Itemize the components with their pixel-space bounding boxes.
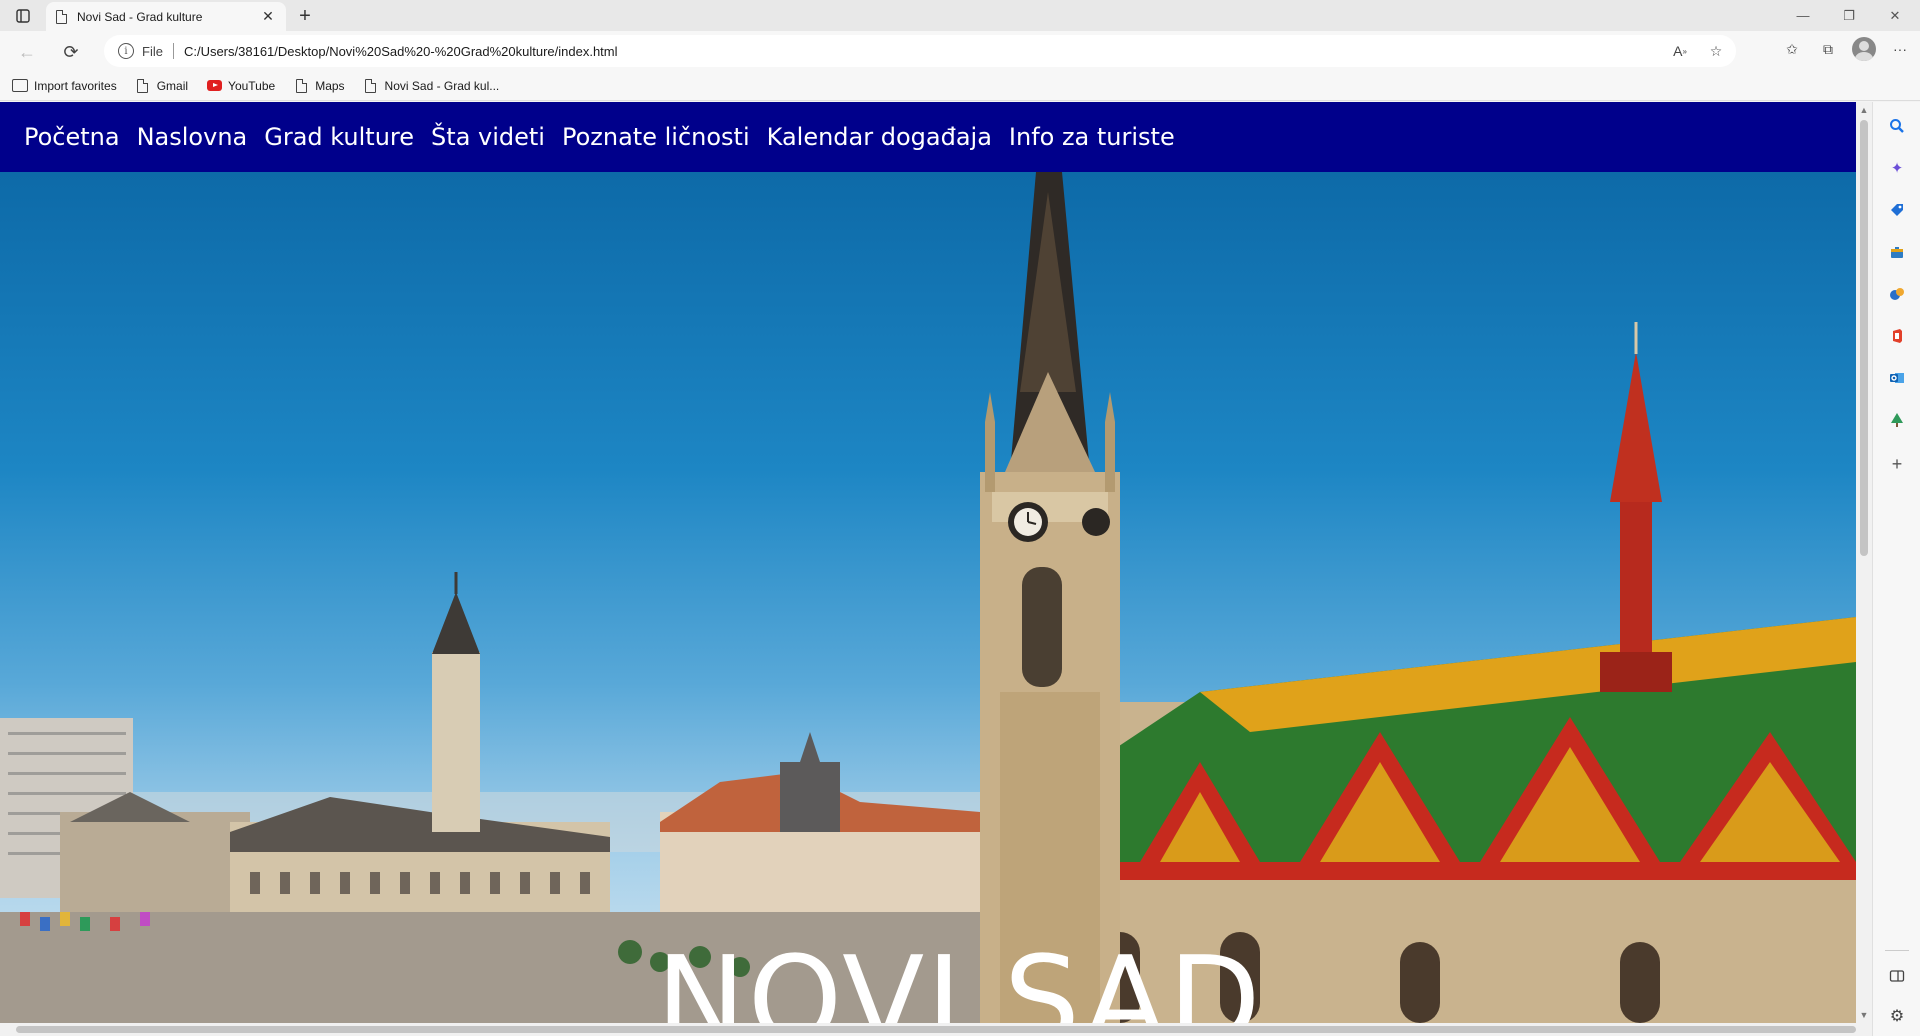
favorites-bar: Import favorites Gmail YouTube Maps Novi… (0, 71, 1920, 101)
favorite-gmail[interactable]: Gmail (135, 78, 188, 94)
collections-icon[interactable]: ⧉ (1816, 37, 1840, 61)
page-viewport: Početna Naslovna Grad kulture Šta videti… (0, 102, 1856, 1023)
minimize-button[interactable]: — (1780, 0, 1826, 31)
profile-avatar[interactable] (1852, 37, 1876, 61)
tag-icon[interactable] (1885, 198, 1909, 222)
read-aloud-icon[interactable]: A» (1668, 39, 1692, 63)
sidebar-divider (1885, 950, 1909, 951)
tab-actions-button[interactable] (12, 6, 34, 26)
tab-actions-icon (16, 9, 30, 23)
page-icon (137, 78, 149, 93)
horizontal-scrollbar[interactable] (0, 1023, 1872, 1036)
favorite-label: Import favorites (34, 78, 117, 93)
nav-link-grad-kulture[interactable]: Grad kulture (264, 123, 414, 151)
browser-toolbar: ← ⟳ i File C:/Users/38161/Desktop/Novi%2… (0, 31, 1920, 71)
address-url[interactable]: C:/Users/38161/Desktop/Novi%20Sad%20-%20… (184, 44, 618, 59)
scroll-up-icon[interactable]: ▲ (1856, 102, 1872, 118)
active-tab[interactable]: Novi Sad - Grad kulture ✕ (46, 2, 286, 31)
nav-link-naslovna[interactable]: Naslovna (137, 123, 248, 151)
favorite-novi-sad[interactable]: Novi Sad - Grad kul... (363, 78, 500, 94)
toolbox-icon[interactable] (1885, 240, 1909, 264)
search-icon[interactable] (1885, 114, 1909, 138)
favorite-label: Maps (315, 78, 345, 93)
favorites-icon[interactable]: ✩ (1780, 37, 1804, 61)
close-window-button[interactable]: ✕ (1872, 0, 1918, 31)
tab-bar: Novi Sad - Grad kulture ✕ + — ❐ ✕ (0, 0, 1920, 31)
address-divider (172, 43, 174, 59)
hscroll-thumb[interactable] (16, 1026, 1856, 1033)
address-bar[interactable]: i File C:/Users/38161/Desktop/Novi%20Sad… (104, 35, 1736, 67)
favorite-maps[interactable]: Maps (293, 78, 345, 94)
add-favorite-icon[interactable]: ☆ (1704, 39, 1728, 63)
vertical-scrollbar[interactable]: ▲ ▼ (1856, 102, 1872, 1023)
nav-link-info-turiste[interactable]: Info za turiste (1009, 123, 1175, 151)
page-icon (365, 78, 377, 93)
youtube-icon (206, 80, 222, 91)
games-icon[interactable] (1885, 282, 1909, 306)
hero-image: NOVI SAD (0, 172, 1856, 1023)
new-tab-button[interactable]: + (294, 5, 316, 27)
outlook-icon[interactable] (1885, 366, 1909, 390)
favorite-label: YouTube (228, 78, 276, 93)
split-screen-icon[interactable] (1885, 964, 1909, 988)
settings-icon[interactable]: ⚙ (1885, 1004, 1909, 1028)
address-scheme: File (142, 43, 163, 59)
city-photo (0, 172, 1856, 1023)
favorite-import[interactable]: Import favorites (12, 78, 117, 94)
nav-link-kalendar[interactable]: Kalendar događaja (767, 123, 992, 151)
tree-icon[interactable] (1885, 408, 1909, 432)
nav-link-poznate-licnosti[interactable]: Poznate ličnosti (562, 123, 750, 151)
nav-link-pocetna[interactable]: Početna (24, 123, 120, 151)
favorite-label: Novi Sad - Grad kul... (384, 78, 500, 93)
nav-link-sta-videti[interactable]: Šta videti (431, 123, 545, 151)
office-icon[interactable] (1885, 324, 1909, 348)
scroll-thumb[interactable] (1860, 120, 1868, 556)
back-button[interactable]: ← (14, 39, 40, 65)
import-icon (12, 79, 28, 92)
site-navigation: Početna Naslovna Grad kulture Šta videti… (0, 102, 1856, 172)
restore-button[interactable]: ❐ (1826, 0, 1872, 31)
add-icon[interactable]: + (1885, 452, 1909, 476)
more-menu-icon[interactable]: ··· (1888, 37, 1912, 61)
browser-sidebar: ✦ + ⚙ (1872, 102, 1920, 1036)
page-icon (295, 78, 307, 93)
hero-title: NOVI SAD (656, 932, 1263, 1023)
info-icon[interactable]: i (118, 43, 134, 59)
scroll-down-icon[interactable]: ▼ (1856, 1007, 1872, 1023)
favorite-label: Gmail (156, 78, 189, 93)
favorite-youtube[interactable]: YouTube (206, 78, 275, 94)
page-icon (56, 9, 67, 24)
close-tab-icon[interactable]: ✕ (260, 8, 276, 25)
copilot-icon[interactable]: ✦ (1885, 156, 1909, 180)
tab-title: Novi Sad - Grad kulture (77, 9, 203, 24)
refresh-button[interactable]: ⟳ (58, 39, 84, 65)
